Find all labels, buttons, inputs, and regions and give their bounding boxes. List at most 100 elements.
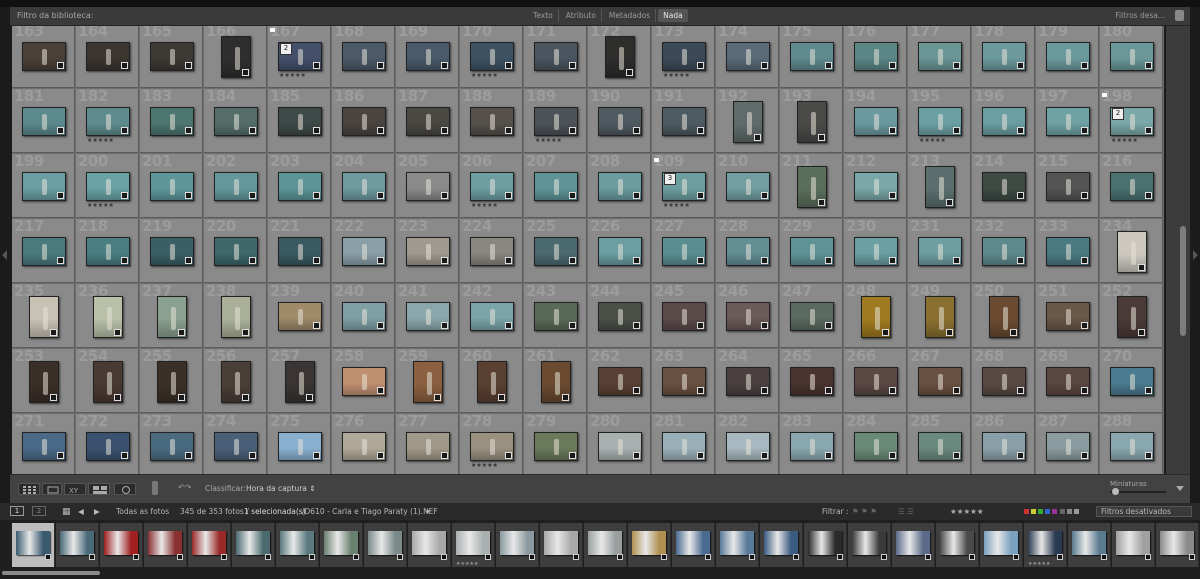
edited-badge-icon[interactable] [441, 62, 448, 69]
photo-cell[interactable]: 189 ★★★★★ [524, 87, 587, 153]
edited-badge-icon[interactable] [505, 62, 512, 69]
edited-badge-icon[interactable] [249, 257, 256, 264]
edited-badge-icon[interactable] [57, 127, 64, 134]
rating-stars[interactable]: ★★★★★ [279, 72, 306, 79]
edited-badge-icon[interactable] [881, 554, 887, 560]
edited-badge-icon[interactable] [617, 554, 623, 560]
filmstrip-thumbnail[interactable] [280, 531, 314, 555]
edited-badge-icon[interactable] [1081, 257, 1088, 264]
edited-badge-icon[interactable] [377, 387, 384, 394]
edited-badge-icon[interactable] [265, 554, 271, 560]
edited-badge-icon[interactable] [57, 192, 64, 199]
photo-cell[interactable]: 187 [396, 87, 459, 153]
photo-cell[interactable]: 273 [140, 412, 203, 474]
color-label-none[interactable] [1060, 509, 1065, 514]
edited-badge-icon[interactable] [114, 329, 121, 336]
sort-dropdown[interactable]: Hora da captura ⇕ [246, 484, 316, 493]
filmstrip-thumbnail[interactable] [456, 531, 490, 555]
rating-stars[interactable]: ★★★★★ [87, 137, 114, 144]
photo-cell[interactable]: 218 [76, 217, 139, 283]
filmstrip-thumbnail[interactable] [676, 531, 710, 555]
photo-cell[interactable]: 235 [12, 282, 75, 348]
photo-cell[interactable]: 213 [908, 152, 971, 218]
edited-badge-icon[interactable] [221, 554, 227, 560]
filmstrip-item[interactable]: ★★★★★ [452, 523, 495, 567]
photo-cell[interactable]: 258 [332, 347, 395, 413]
edited-badge-icon[interactable] [569, 127, 576, 134]
edited-badge-icon[interactable] [441, 452, 448, 459]
right-panel-toggle-icon[interactable] [1193, 250, 1198, 260]
edited-badge-icon[interactable] [1145, 452, 1152, 459]
edit-filter-icon[interactable]: ☰ ☰ [898, 507, 914, 516]
edited-badge-icon[interactable] [185, 62, 192, 69]
edited-badge-icon[interactable] [1081, 127, 1088, 134]
filmstrip-item[interactable] [408, 523, 451, 567]
edited-badge-icon[interactable] [1138, 264, 1145, 271]
edited-badge-icon[interactable] [505, 127, 512, 134]
photo-cell[interactable]: 234 [1100, 217, 1163, 283]
photo-cell[interactable]: 228 [716, 217, 779, 283]
edited-badge-icon[interactable] [633, 452, 640, 459]
edited-badge-icon[interactable] [505, 452, 512, 459]
filmstrip-thumbnail[interactable] [896, 531, 930, 555]
edited-badge-icon[interactable] [185, 257, 192, 264]
edited-badge-icon[interactable] [178, 329, 185, 336]
filmstrip-item[interactable] [1156, 523, 1199, 567]
photo-cell[interactable]: 254 [76, 347, 139, 413]
filmstrip-item[interactable] [584, 523, 627, 567]
photo-cell[interactable]: 276 [332, 412, 395, 474]
filmstrip-item[interactable] [276, 523, 319, 567]
photo-cell[interactable]: 180 [1100, 26, 1163, 88]
edited-badge-icon[interactable] [1017, 452, 1024, 459]
edited-badge-icon[interactable] [57, 62, 64, 69]
flag-filter-icon[interactable]: ⚑ ⚑ ⚑ [852, 507, 877, 516]
monitor-1-button[interactable]: 1 [10, 506, 24, 516]
photo-cell[interactable]: 275 [268, 412, 331, 474]
filmstrip-thumbnail[interactable] [984, 531, 1018, 555]
edited-badge-icon[interactable] [529, 554, 535, 560]
flag-icon[interactable] [654, 158, 659, 162]
photo-cell[interactable]: 267 [908, 347, 971, 413]
photo-cell[interactable]: 245 [652, 282, 715, 348]
edited-badge-icon[interactable] [889, 192, 896, 199]
edited-badge-icon[interactable] [633, 192, 640, 199]
edited-badge-icon[interactable] [313, 322, 320, 329]
photo-cell[interactable]: 278 ★★★★★ [460, 412, 523, 474]
edited-badge-icon[interactable] [761, 192, 768, 199]
edited-badge-icon[interactable] [661, 554, 667, 560]
rating-stars[interactable]: ★★★★★ [471, 462, 498, 469]
edited-badge-icon[interactable] [889, 62, 896, 69]
photo-cell[interactable]: 171 [524, 26, 587, 88]
edited-badge-icon[interactable] [761, 257, 768, 264]
edited-badge-icon[interactable] [249, 127, 256, 134]
edited-badge-icon[interactable] [441, 127, 448, 134]
filmstrip-item[interactable] [144, 523, 187, 567]
photo-cell[interactable]: 268 [972, 347, 1035, 413]
edited-badge-icon[interactable] [377, 192, 384, 199]
filmstrip-thumbnail[interactable] [60, 531, 94, 555]
edited-badge-icon[interactable] [505, 192, 512, 199]
photo-cell[interactable]: 175 [780, 26, 843, 88]
filmstrip-item[interactable] [56, 523, 99, 567]
photo-cell[interactable]: 172 [588, 26, 651, 88]
filmstrip-item[interactable] [760, 523, 803, 567]
edited-badge-icon[interactable] [1145, 192, 1152, 199]
edited-badge-icon[interactable] [761, 387, 768, 394]
photo-cell[interactable]: 279 [524, 412, 587, 474]
edited-badge-icon[interactable] [1017, 192, 1024, 199]
photo-cell[interactable]: 205 [396, 152, 459, 218]
photo-cell[interactable]: 202 [204, 152, 267, 218]
library-filter-tab-atributo[interactable]: Atributo [561, 9, 602, 22]
photo-cell[interactable]: 272 [76, 412, 139, 474]
edited-badge-icon[interactable] [969, 554, 975, 560]
photo-cell[interactable]: 282 [716, 412, 779, 474]
color-label-custom[interactable] [1067, 509, 1072, 514]
filmstrip-thumbnail[interactable] [632, 531, 666, 555]
edited-badge-icon[interactable] [953, 257, 960, 264]
photo-cell[interactable]: 260 [460, 347, 523, 413]
edited-badge-icon[interactable] [573, 554, 579, 560]
edited-badge-icon[interactable] [249, 452, 256, 459]
edited-badge-icon[interactable] [1017, 257, 1024, 264]
edited-badge-icon[interactable] [178, 394, 185, 401]
edited-badge-icon[interactable] [313, 62, 320, 69]
